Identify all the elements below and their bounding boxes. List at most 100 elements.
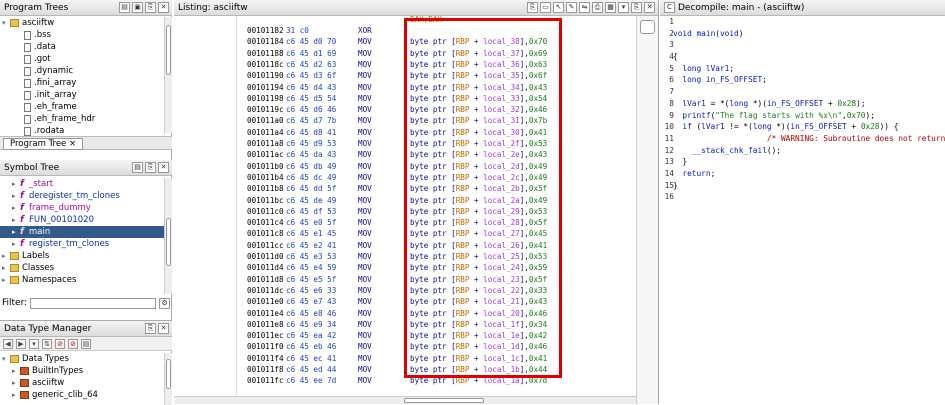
dtm-item[interactable]: ▸ asciiftw	[0, 377, 164, 389]
scroll-thumb[interactable]	[166, 359, 171, 389]
symbol-group-item[interactable]: ▸ Namespaces	[0, 274, 164, 286]
symbol-function-item[interactable]: ▸ f FUN_00101020	[0, 214, 164, 226]
close-icon[interactable]: ✕	[158, 2, 169, 13]
diff-icon[interactable]: ⇋	[579, 2, 590, 13]
symbol-function-item[interactable]: ▸ f register_tm_clones	[0, 238, 164, 250]
filter-arrows-icon[interactable]: ⇅	[42, 338, 52, 349]
tree-item[interactable]: .init_array	[0, 89, 164, 101]
scroll-thumb[interactable]	[166, 218, 171, 266]
tab-program-tree[interactable]: Program Tree ×	[3, 138, 84, 150]
dtm-settings-icon[interactable]: ▤	[81, 338, 91, 349]
expand-icon[interactable]: ▸	[12, 214, 20, 226]
dtm-item[interactable]: ▸ BuiltInTypes	[0, 365, 164, 377]
expand-icon[interactable]: ▸	[12, 202, 20, 214]
symbol-tree-header: Symbol Tree ▤ ⎘ ✕	[0, 160, 172, 176]
decompile-line[interactable]: 12 __stack_chk_fail();	[660, 145, 945, 157]
decompile-line[interactable]: 16	[660, 191, 945, 203]
symbol-function-item[interactable]: ▸ f frame_dummy	[0, 202, 164, 214]
decompile-line[interactable]: 7	[660, 86, 945, 98]
listing-scrollbar[interactable]	[636, 16, 658, 404]
forward-arrow-icon[interactable]: ▶	[16, 338, 26, 349]
symbol-group-item[interactable]: ▸ Classes	[0, 262, 164, 274]
decompile-line[interactable]: 10 if (lVar1 != *(long *)(in_FS_OFFSET +…	[660, 121, 945, 133]
program-trees-scrollbar[interactable]	[164, 17, 172, 133]
tree-item[interactable]: .bss	[0, 29, 164, 41]
snapshot-icon[interactable]: ⎘	[145, 2, 156, 13]
decompile-line[interactable]: 9 printf("The flag starts with %x\n",0x7…	[660, 110, 945, 122]
tree-item[interactable]: .data	[0, 41, 164, 53]
tree-item[interactable]: .dynamic	[0, 65, 164, 77]
close-icon[interactable]: ✕	[644, 2, 655, 13]
expand-icon[interactable]: ▸	[12, 365, 20, 377]
decompile-line[interactable]: 4{	[660, 51, 945, 63]
scroll-thumb[interactable]	[404, 398, 484, 403]
snapshot-icon[interactable]: ⎘	[631, 2, 642, 13]
dtm-menu-icon[interactable]: ▾	[29, 338, 39, 349]
expand-icon[interactable]: ▸	[12, 238, 20, 250]
expand-icon[interactable]: ▸	[2, 250, 10, 262]
expand-icon[interactable]: ▸	[12, 178, 20, 190]
decompile-line[interactable]: 15}	[660, 180, 945, 192]
expand-icon[interactable]: ▸	[2, 274, 10, 286]
cursor-icon[interactable]: ↖	[553, 2, 564, 13]
symbol-config-icon[interactable]: ▤	[132, 162, 143, 173]
instruction-mnemonic: MOV	[358, 59, 372, 69]
collapse-icon[interactable]: ▾	[2, 17, 10, 29]
symbol-function-label: frame_dummy	[29, 203, 91, 213]
dtm-root[interactable]: ▾ Data Types	[0, 353, 164, 365]
collapse-icon[interactable]: ▾	[2, 353, 10, 365]
symbol-function-item[interactable]: ▸ f deregister_tm_clones	[0, 190, 164, 202]
scroll-thumb[interactable]	[640, 20, 655, 34]
symbol-function-item[interactable]: ▸ f _start	[0, 178, 164, 190]
tree-item[interactable]: .fini_array	[0, 77, 164, 89]
decompile-line[interactable]: 14 return;	[660, 168, 945, 180]
dtm-snapshot-icon[interactable]: ⎘	[145, 323, 156, 334]
tab-close-icon[interactable]: ×	[69, 139, 76, 149]
tree-item[interactable]: .eh_frame	[0, 101, 164, 113]
back-arrow-icon[interactable]: ◀	[3, 338, 13, 349]
open-tree-icon[interactable]: ▣	[132, 2, 143, 13]
print-icon[interactable]: ⎙	[592, 2, 603, 13]
symbol-group-item[interactable]: ▸ Labels	[0, 250, 164, 262]
menu-icon[interactable]: ▾	[618, 2, 629, 13]
edit-icon[interactable]: ✎	[566, 2, 577, 13]
symbol-snapshot-icon[interactable]: ⎘	[145, 162, 156, 173]
dtm-scrollbar[interactable]	[164, 353, 172, 405]
decompile-line[interactable]: 5 long lVar1;	[660, 63, 945, 75]
copy-icon[interactable]: ⎘	[527, 2, 538, 13]
expand-icon[interactable]: ▸	[2, 262, 10, 274]
dtm-close-icon[interactable]: ✕	[158, 323, 169, 334]
folder-icon	[10, 264, 19, 272]
decompile-line[interactable]: 13 }	[660, 156, 945, 168]
tree-item[interactable]: .got	[0, 53, 164, 65]
listing-horizontal-scrollbar[interactable]	[174, 396, 636, 404]
expand-icon[interactable]: ▸	[12, 190, 20, 202]
field-icon[interactable]: ▦	[605, 2, 616, 13]
filter-input[interactable]	[30, 297, 157, 309]
new-tree-icon[interactable]: ▤	[119, 2, 130, 13]
expand-icon[interactable]: ▸	[12, 377, 20, 389]
instruction-mnemonic: MOV	[358, 252, 372, 261]
symbol-close-icon[interactable]: ✕	[158, 162, 169, 173]
instruction-mnemonic: MOV	[358, 206, 372, 216]
symbol-tree-title: Symbol Tree	[4, 162, 60, 173]
filter-options-icon[interactable]: ⚙	[159, 297, 171, 309]
symbol-function-item[interactable]: ▸ f main	[0, 226, 164, 238]
decompile-line[interactable]: 11 /* WARNING: Subroutine does not retur…	[660, 133, 945, 145]
symbol-tree-scrollbar[interactable]	[164, 178, 172, 294]
no-filter-alt-icon[interactable]: ⊘	[68, 338, 78, 349]
instruction-mnemonic: MOV	[358, 172, 372, 182]
tree-root[interactable]: ▾ asciiftw	[0, 17, 164, 29]
decompile-line[interactable]: 1	[660, 16, 945, 28]
decompile-line[interactable]: 2 void main(void)	[660, 28, 945, 40]
paste-icon[interactable]: ▭	[540, 2, 551, 13]
decompile-line[interactable]: 8 lVar1 = *(long *)(in_FS_OFFSET + 0x28)…	[660, 98, 945, 110]
tree-item[interactable]: .eh_frame_hdr	[0, 113, 164, 125]
scroll-thumb[interactable]	[166, 25, 171, 75]
decompile-line[interactable]: 3	[660, 39, 945, 51]
expand-icon[interactable]: ▸	[12, 389, 20, 401]
decompile-line[interactable]: 6 long in_FS_OFFSET;	[660, 74, 945, 86]
no-filter-icon[interactable]: ⊘	[55, 338, 65, 349]
expand-icon[interactable]: ▸	[12, 226, 20, 238]
dtm-item[interactable]: ▸ generic_clib_64	[0, 389, 164, 401]
